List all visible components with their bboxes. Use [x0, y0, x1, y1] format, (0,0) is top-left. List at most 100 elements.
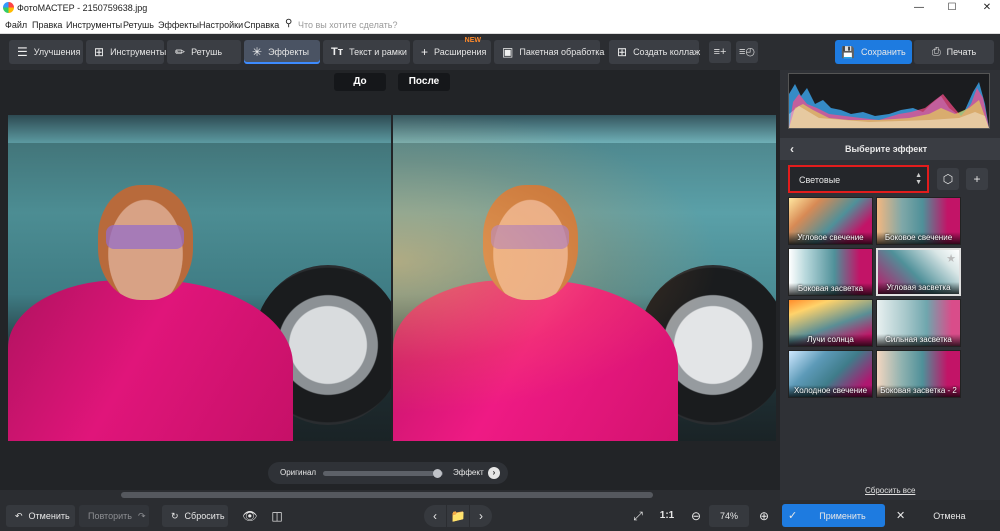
compare-slider-handle[interactable] — [433, 469, 442, 478]
previous-photo-button[interactable]: ‹ — [424, 505, 446, 527]
printer-icon: ⎙ — [931, 45, 941, 58]
eye-icon[interactable]: 👁 — [239, 505, 261, 527]
tab-tools[interactable]: ⊞ Инструменты — [86, 40, 166, 64]
images-icon: ▣ — [502, 45, 514, 59]
history-list-icon[interactable]: ≡◴ — [736, 41, 758, 63]
layers-icon: ☰ — [17, 45, 28, 59]
menu-settings[interactable]: Настройки — [199, 20, 243, 30]
apply-label: Применить — [819, 510, 866, 521]
print-button[interactable]: ⎙ Печать — [914, 40, 994, 64]
redo-button[interactable]: Повторить ↷ — [79, 505, 149, 527]
add-effect-button[interactable]: + — [966, 168, 988, 190]
tab-text-frames[interactable]: Tт Текст и рамки — [323, 40, 410, 64]
tab-retouch[interactable]: ✏ Ретушь — [167, 40, 241, 64]
undo-icon: ↶ — [15, 510, 23, 521]
cube-icon[interactable]: ⬡ — [937, 168, 959, 190]
apply-button[interactable]: ✓ Применить — [782, 504, 885, 527]
effect-label: Эффект — [453, 468, 484, 477]
text-icon: Tт — [331, 45, 344, 58]
effect-thumb-cold-glow[interactable]: Холодное свечение — [788, 350, 873, 398]
menu-help[interactable]: Справка — [244, 20, 279, 30]
before-photo — [8, 115, 391, 441]
after-photo — [393, 115, 776, 441]
menu-effects[interactable]: Эффекты — [158, 20, 199, 30]
tab-enhancements[interactable]: ☰ Улучшения — [9, 40, 83, 64]
compare-split-icon[interactable]: ◫ — [266, 505, 288, 527]
print-label: Печать — [946, 47, 977, 57]
tab-label: Эффекты — [268, 47, 309, 57]
effect-thumb-side-glow[interactable]: Боковое свечение — [876, 197, 961, 245]
histogram — [788, 73, 990, 129]
save-label: Сохранить — [860, 47, 906, 57]
tab-label: Улучшения — [33, 47, 81, 57]
reset-all-link[interactable]: Сбросить все — [865, 486, 915, 495]
undo-button[interactable]: ↶ Отменить — [6, 505, 75, 527]
effect-thumb-side-flare-2[interactable]: Боковая засветка - 2 — [876, 350, 961, 398]
maximize-button[interactable]: ☐ — [945, 1, 959, 15]
redo-icon: ↷ — [137, 510, 146, 521]
folder-icon[interactable]: 📁 — [447, 505, 469, 527]
chevron-right-icon[interactable]: › — [488, 467, 500, 479]
star-icon[interactable]: ★ — [946, 252, 956, 265]
actual-size-button[interactable]: 1:1 — [654, 505, 680, 527]
grid-icon: ⊞ — [617, 45, 628, 59]
zoom-level[interactable]: 74% — [709, 505, 749, 527]
sparkle-icon: ✳ — [252, 45, 263, 59]
plus-icon: + — [421, 45, 429, 59]
panel-header: ‹ Выберите эффект — [780, 138, 1000, 160]
compare-slider-track[interactable] — [323, 471, 443, 476]
menu-file[interactable]: Файл — [5, 20, 27, 30]
effect-thumb-side-flare[interactable]: Боковая засветка — [788, 248, 873, 296]
search-icon[interactable]: ⚲ — [285, 18, 292, 29]
tab-effects[interactable]: ✳ Эффекты — [244, 40, 320, 64]
menu-retouch[interactable]: Ретушь — [123, 20, 154, 30]
menu-edit[interactable]: Правка — [32, 20, 62, 30]
horizontal-scrollbar[interactable] — [0, 490, 780, 500]
cancel-button[interactable]: ✕ Отмена — [888, 504, 996, 527]
next-photo-button[interactable]: › — [470, 505, 492, 527]
search-input[interactable]: Что вы хотите сделать? — [298, 20, 398, 30]
effects-panel: ‹ Выберите эффект Световые ▲ ▼ ⬡ + Углово… — [780, 70, 1000, 500]
add-list-icon[interactable]: ≡+ — [709, 41, 731, 63]
close-window-button[interactable]: ✕ — [980, 1, 994, 15]
minimize-button[interactable]: — — [912, 1, 926, 15]
tab-batch-processing[interactable]: ▣ Пакетная обработка — [494, 40, 604, 64]
tab-label: Пакетная обработка — [519, 47, 605, 57]
effect-caption: Боковая засветка - 2 — [877, 385, 960, 397]
preview-canvas: До После Оригинал Эффект › — [0, 70, 780, 490]
compare-slider-bar: Оригинал Эффект › — [268, 462, 508, 484]
floppy-icon: 💾 — [841, 46, 855, 59]
effect-caption: Лучи солнца — [789, 334, 872, 346]
effect-caption: Боковая засветка — [789, 283, 872, 295]
original-label: Оригинал — [280, 468, 317, 477]
back-arrow-icon[interactable]: ‹ — [790, 142, 794, 156]
before-label[interactable]: До — [334, 73, 386, 91]
panel-title: Выберите эффект — [845, 144, 928, 154]
tab-create-collage[interactable]: ⊞ Создать коллаж — [609, 40, 701, 64]
tab-label: Создать коллаж — [633, 47, 701, 57]
effect-thumb-strong-flare[interactable]: Сильная засветка — [876, 299, 961, 347]
effect-category-select[interactable]: Световые ▲ ▼ — [788, 165, 929, 193]
redo-label: Повторить — [88, 511, 132, 521]
effect-caption: Сильная засветка — [877, 334, 960, 346]
zoom-in-icon[interactable]: ⊕ — [753, 505, 775, 527]
title-bar: ФотоМАСТЕР - 2150759638.jpg — ☐ ✕ — [0, 0, 1000, 16]
app-logo-icon — [3, 2, 14, 13]
effect-thumb-sun-rays[interactable]: Лучи солнца — [788, 299, 873, 347]
close-icon: ✕ — [896, 510, 906, 522]
scrollbar-thumb[interactable] — [121, 492, 653, 498]
effect-caption: Угловая засветка — [878, 282, 959, 294]
new-badge: NEW — [464, 37, 481, 44]
fit-screen-icon[interactable]: ⤢ — [627, 505, 649, 527]
effect-thumb-corner-flare[interactable]: ★ Угловая засветка — [876, 248, 961, 296]
menu-tools[interactable]: Инструменты — [66, 20, 122, 30]
updown-arrows-icon: ▲ ▼ — [915, 172, 922, 186]
tab-extensions[interactable]: + Расширения NEW — [413, 37, 491, 64]
save-button[interactable]: 💾 Сохранить — [835, 40, 912, 64]
effect-caption: Холодное свечение — [789, 385, 872, 397]
zoom-out-icon[interactable]: ⊖ — [685, 505, 707, 527]
after-label[interactable]: После — [398, 73, 450, 91]
reset-button[interactable]: ↻ Сбросить — [162, 505, 228, 527]
tab-label: Текст и рамки — [349, 47, 407, 57]
effect-thumb-corner-glow[interactable]: Угловое свечение — [788, 197, 873, 245]
